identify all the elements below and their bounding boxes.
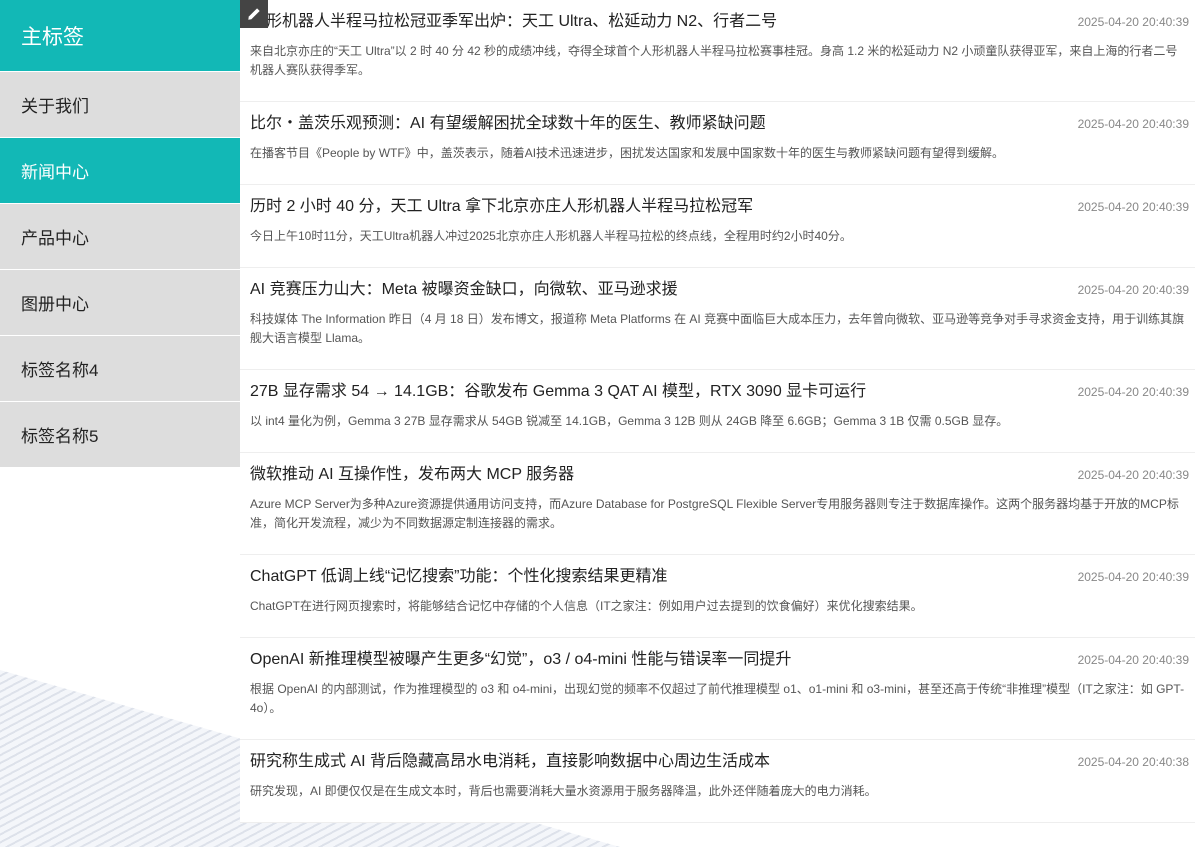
news-title[interactable]: OpenAI 新推理模型被曝产生更多“幻觉”，o3 / o4-mini 性能与错… xyxy=(250,650,791,670)
news-title[interactable]: 人形机器人半程马拉松冠亚季军出炉：天工 Ultra、松延动力 N2、行者二号 xyxy=(250,12,777,32)
news-item[interactable]: 人形机器人半程马拉松冠亚季军出炉：天工 Ultra、松延动力 N2、行者二号 2… xyxy=(240,0,1195,102)
news-summary: Azure MCP Server为多种Azure资源提供通用访问支持，而Azur… xyxy=(250,497,1179,530)
news-item[interactable]: 比尔・盖茨乐观预测：AI 有望缓解困扰全球数十年的医生、教师紧缺问题 2025-… xyxy=(240,102,1195,185)
news-date: 2025-04-20 20:40:39 xyxy=(1077,570,1189,584)
sidebar: 主标签 关于我们 新闻中心 产品中心 图册中心 标签名称4 标签名称5 xyxy=(0,0,240,468)
news-title[interactable]: ChatGPT 低调上线“记忆搜索”功能：个性化搜索结果更精准 xyxy=(250,567,668,587)
news-summary: 今日上午10时11分，天工Ultra机器人冲过2025北京亦庄人形机器人半程马拉… xyxy=(250,229,852,243)
pencil-icon xyxy=(248,8,260,20)
news-title[interactable]: 研究称生成式 AI 背后隐藏高昂水电消耗，直接影响数据中心周边生活成本 xyxy=(250,752,770,772)
news-date: 2025-04-20 20:40:39 xyxy=(1077,15,1189,29)
news-date: 2025-04-20 20:40:39 xyxy=(1077,283,1189,297)
sidebar-item-about[interactable]: 关于我们 xyxy=(0,72,240,138)
news-summary: 在播客节目《People by WTF》中，盖茨表示，随着AI技术迅速进步，困扰… xyxy=(250,146,1005,160)
sidebar-item-news[interactable]: 新闻中心 xyxy=(0,138,240,204)
sidebar-item-products[interactable]: 产品中心 xyxy=(0,204,240,270)
news-summary: ChatGPT在进行网页搜索时，将能够结合记忆中存储的个人信息（IT之家注：例如… xyxy=(250,599,923,613)
news-date: 2025-04-20 20:40:39 xyxy=(1077,117,1189,131)
news-item[interactable]: 研究称生成式 AI 背后隐藏高昂水电消耗，直接影响数据中心周边生活成本 2025… xyxy=(240,740,1195,823)
news-summary: 根据 OpenAI 的内部测试，作为推理模型的 o3 和 o4-mini，出现幻… xyxy=(250,682,1185,715)
news-summary: 科技媒体 The Information 昨日（4 月 18 日）发布博文，报道… xyxy=(250,312,1185,345)
news-date: 2025-04-20 20:40:39 xyxy=(1077,468,1189,482)
news-item[interactable]: OpenAI 新推理模型被曝产生更多“幻觉”，o3 / o4-mini 性能与错… xyxy=(240,638,1195,740)
news-summary: 来自北京亦庄的“天工 Ultra”以 2 时 40 分 42 秒的成绩冲线，夺得… xyxy=(250,44,1178,77)
news-item[interactable]: 微软推动 AI 互操作性，发布两大 MCP 服务器 2025-04-20 20:… xyxy=(240,453,1195,555)
news-date: 2025-04-20 20:40:38 xyxy=(1077,755,1189,769)
news-item[interactable]: AI 竞赛压力山大：Meta 被曝资金缺口，向微软、亚马逊求援 2025-04-… xyxy=(240,268,1195,370)
edit-button[interactable] xyxy=(240,0,268,28)
news-title[interactable]: 微软推动 AI 互操作性，发布两大 MCP 服务器 xyxy=(250,465,574,485)
news-title[interactable]: 历时 2 小时 40 分，天工 Ultra 拿下北京亦庄人形机器人半程马拉松冠军 xyxy=(250,197,753,217)
sidebar-item-tag4[interactable]: 标签名称4 xyxy=(0,336,240,402)
news-title[interactable]: 比尔・盖茨乐观预测：AI 有望缓解困扰全球数十年的医生、教师紧缺问题 xyxy=(250,114,766,134)
news-item[interactable]: 历时 2 小时 40 分，天工 Ultra 拿下北京亦庄人形机器人半程马拉松冠军… xyxy=(240,185,1195,268)
news-item[interactable]: ChatGPT 低调上线“记忆搜索”功能：个性化搜索结果更精准 2025-04-… xyxy=(240,555,1195,638)
news-item[interactable]: 27B 显存需求 54 → 14.1GB：谷歌发布 Gemma 3 QAT AI… xyxy=(240,370,1195,453)
sidebar-main-tab[interactable]: 主标签 xyxy=(0,0,240,72)
news-title[interactable]: AI 竞赛压力山大：Meta 被曝资金缺口，向微软、亚马逊求援 xyxy=(250,280,678,300)
news-date: 2025-04-20 20:40:39 xyxy=(1077,385,1189,399)
news-date: 2025-04-20 20:40:39 xyxy=(1077,200,1189,214)
news-date: 2025-04-20 20:40:39 xyxy=(1077,653,1189,667)
news-list: 人形机器人半程马拉松冠亚季军出炉：天工 Ultra、松延动力 N2、行者二号 2… xyxy=(240,0,1195,823)
news-title[interactable]: 27B 显存需求 54 → 14.1GB：谷歌发布 Gemma 3 QAT AI… xyxy=(250,382,866,402)
news-summary: 研究发现，AI 即便仅仅是在生成文本时，背后也需要消耗大量水资源用于服务器降温，… xyxy=(250,784,877,798)
news-summary: 以 int4 量化为例，Gemma 3 27B 显存需求从 54GB 锐减至 1… xyxy=(250,414,1009,428)
sidebar-item-gallery[interactable]: 图册中心 xyxy=(0,270,240,336)
sidebar-item-tag5[interactable]: 标签名称5 xyxy=(0,402,240,468)
